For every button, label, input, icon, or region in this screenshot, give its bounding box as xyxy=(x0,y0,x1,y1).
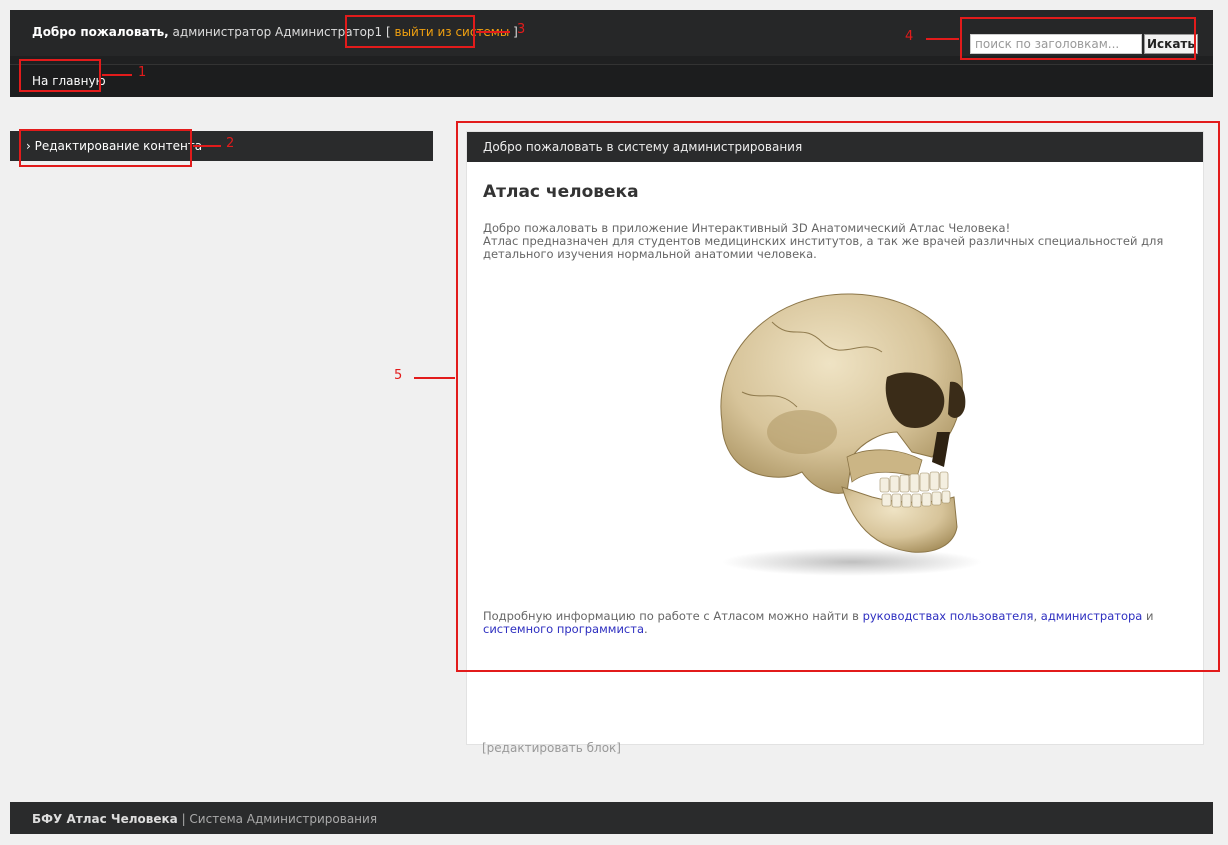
annotation-line-1 xyxy=(102,74,132,76)
header-nav-bar xyxy=(10,64,1213,97)
footer-brand: БФУ Атлас Человека xyxy=(32,812,178,826)
annotation-line-4 xyxy=(926,38,959,40)
welcome-bold: Добро пожаловать, xyxy=(32,25,169,39)
annotation-line-3 xyxy=(476,31,510,33)
annotation-box-1 xyxy=(19,59,101,92)
annotation-number-5: 5 xyxy=(394,368,403,383)
annotation-number-3: 3 xyxy=(517,22,526,37)
annotation-box-2 xyxy=(19,129,192,167)
page-footer: БФУ Атлас Человека | Система Администрир… xyxy=(10,802,1213,834)
annotation-line-2 xyxy=(193,145,221,147)
footer-subtitle: Система Администрирования xyxy=(189,812,378,826)
annotation-line-5 xyxy=(414,377,455,379)
annotation-box-5 xyxy=(456,121,1220,672)
footer-separator: | xyxy=(177,812,190,826)
annotation-number-1: 1 xyxy=(138,65,147,80)
annotation-number-4: 4 xyxy=(905,29,914,44)
footer-text: БФУ Атлас Человека | Система Администрир… xyxy=(32,812,377,826)
edit-block-link[interactable]: [редактировать блок] xyxy=(482,741,621,755)
annotation-number-2: 2 xyxy=(226,136,235,151)
annotation-box-3 xyxy=(345,15,475,48)
annotation-box-4 xyxy=(960,17,1196,60)
